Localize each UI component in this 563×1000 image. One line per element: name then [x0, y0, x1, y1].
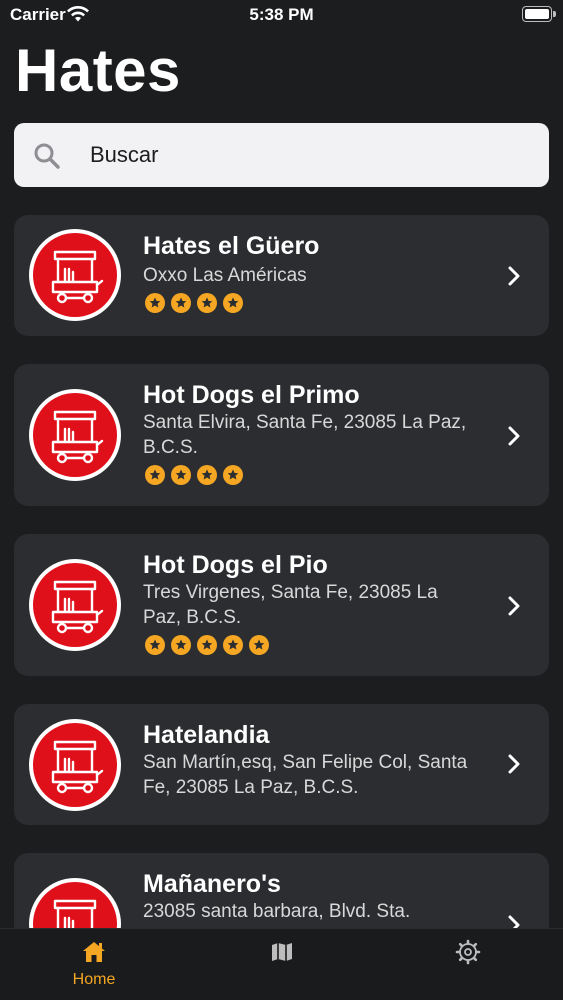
home-icon — [83, 942, 105, 962]
page-title: Hates — [15, 37, 181, 104]
star-icon — [145, 635, 165, 655]
place-card[interactable]: Hatelandia San Martín,esq, San Felipe Co… — [14, 704, 549, 825]
star-icon — [197, 635, 217, 655]
star-icon — [145, 465, 165, 485]
hotdog-cart-logo — [29, 719, 121, 811]
star-icon — [171, 635, 191, 655]
place-address: Oxxo Las Américas — [143, 265, 307, 286]
star-icon — [145, 293, 165, 313]
place-address: Tres Virgenes, Santa Fe, 23085 La Paz, B… — [143, 582, 438, 628]
tab-bar: Home — [0, 928, 563, 1000]
tab-map[interactable] — [236, 929, 328, 1000]
place-name: Hatelandia — [143, 721, 270, 749]
star-icon — [171, 293, 191, 313]
star-icon — [197, 293, 217, 313]
place-card[interactable]: Hot Dogs el Pio Tres Virgenes, Santa Fe,… — [14, 534, 549, 676]
hotdog-cart-logo — [29, 559, 121, 651]
map-icon — [272, 943, 292, 961]
place-name: Hot Dogs el Primo — [143, 381, 360, 409]
hotdog-cart-logo — [29, 389, 121, 481]
star-icon — [223, 293, 243, 313]
star-icon — [171, 465, 191, 485]
star-rating — [145, 465, 243, 487]
chevron-right-icon — [508, 266, 520, 286]
place-name: Hot Dogs el Pio — [143, 551, 328, 579]
chevron-right-icon — [508, 426, 520, 446]
place-address: 23085 santa barbara, Blvd. Sta. — [143, 901, 411, 922]
place-address: Santa Elvira, Santa Fe, 23085 La Paz, B.… — [143, 412, 467, 458]
star-icon — [223, 465, 243, 485]
place-name: Hates el Güero — [143, 232, 320, 260]
screen: Carrier 5:38 PM Hates Buscar Hates el Gü… — [0, 0, 563, 1000]
status-time: 5:38 PM — [249, 5, 314, 24]
hotdog-cart-logo — [29, 229, 121, 321]
place-card[interactable]: Hates el Güero Oxxo Las Américas — [14, 215, 549, 336]
star-icon — [249, 635, 269, 655]
search-icon — [34, 143, 60, 169]
tab-settings[interactable] — [422, 929, 514, 1000]
battery-icon — [522, 6, 556, 22]
search-input[interactable] — [90, 140, 530, 170]
place-card[interactable]: Hot Dogs el Primo Santa Elvira, Santa Fe… — [14, 364, 549, 506]
star-rating — [145, 635, 269, 657]
star-icon — [223, 635, 243, 655]
status-bar: Carrier 5:38 PM — [0, 0, 563, 30]
tab-home[interactable]: Home — [48, 929, 140, 1000]
star-icon — [197, 465, 217, 485]
star-rating — [145, 293, 243, 315]
chevron-right-icon — [508, 596, 520, 616]
place-address: San Martín,esq, San Felipe Col, Santa Fe… — [143, 752, 468, 798]
place-name: Mañanero's — [143, 870, 281, 898]
gear-icon — [455, 939, 481, 965]
tab-label-home: Home — [72, 971, 116, 988]
chevron-right-icon — [508, 754, 520, 774]
